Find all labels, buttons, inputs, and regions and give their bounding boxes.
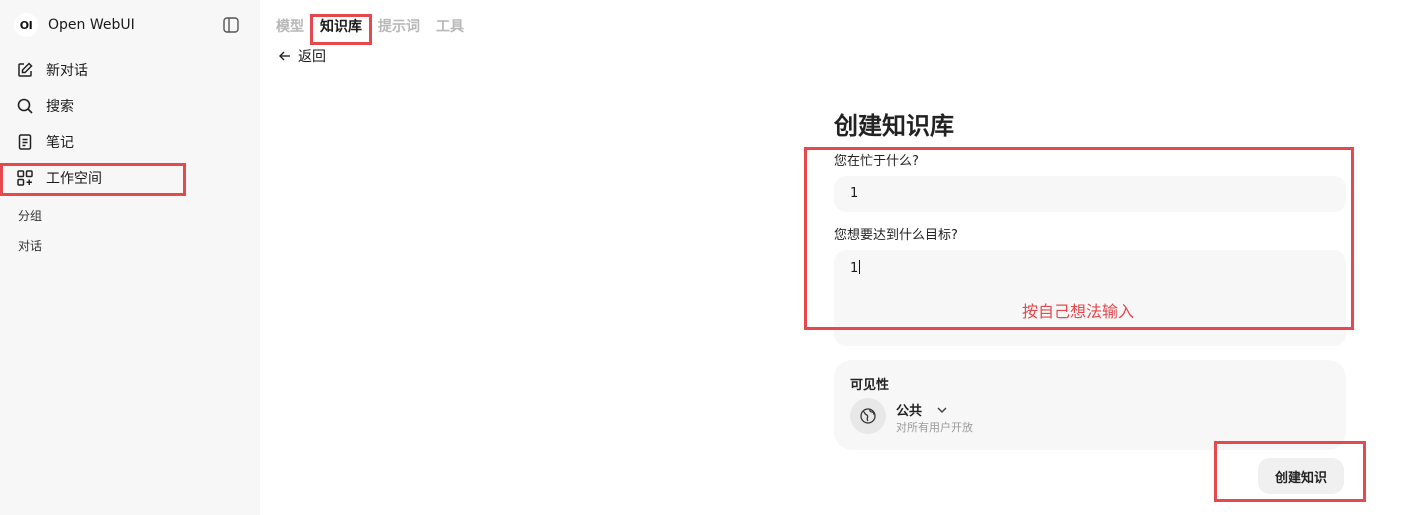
brand-name: Open WebUI [48,17,135,33]
description-field-value: 1 [850,261,859,276]
sidebar-toggle-icon[interactable] [222,16,240,34]
sidebar-item-search[interactable]: 搜索 [16,88,246,124]
description-field-label: 您想要达到什么目标? [834,228,958,243]
globe-icon [860,408,876,424]
sidebar-item-label: 搜索 [46,99,74,115]
brand[interactable]: OI Open WebUI [14,12,135,38]
sidebar-item-notes[interactable]: 笔记 [16,124,246,160]
create-knowledge-button[interactable]: 创建知识 [1258,458,1344,494]
visibility-description: 对所有用户开放 [896,421,973,434]
workspace-icon [17,170,33,186]
back-button[interactable]: 返回 [278,46,326,66]
sidebar-item-workspace[interactable]: 工作空间 [16,160,246,196]
text-caret [859,260,861,274]
section-label-groups: 分组 [18,209,43,223]
name-field[interactable]: 1 [834,176,1346,212]
chevron-down-icon [937,406,947,413]
sidebar-nav: 新对话 搜索 笔记 工作空间 [16,52,246,196]
name-field-label: 您在忙于什么? [834,154,919,169]
arrow-left-icon [279,51,290,61]
search-icon [17,98,33,114]
notes-icon [18,134,32,150]
sidebar: OI Open WebUI 新对话 搜索 笔记 工作空间 分组 对话 [0,0,260,515]
visibility-label: 可见性 [850,378,890,393]
tab-tools[interactable]: 工具 [436,16,464,36]
sidebar-item-new-chat[interactable]: 新对话 [16,52,246,88]
section-label-chats: 对话 [18,239,43,253]
edit-icon [18,62,33,77]
visibility-value: 公共 [896,404,923,419]
visibility-select[interactable]: 公共 [896,400,948,419]
sidebar-item-label: 笔记 [46,135,74,151]
brand-logo: OI [14,13,38,37]
tab-prompts[interactable]: 提示词 [378,16,420,36]
sidebar-item-label: 工作空间 [46,171,102,187]
tab-knowledge[interactable]: 知识库 [320,16,362,36]
back-label: 返回 [298,49,326,65]
name-field-value: 1 [850,186,859,201]
visibility-card: 可见性 公共 对所有用户开放 [834,360,1346,450]
globe-icon-wrapper [850,398,886,434]
sidebar-item-label: 新对话 [46,63,88,79]
page-title: 创建知识库 [834,112,954,140]
app-root: OI Open WebUI 新对话 搜索 笔记 工作空间 分组 对话 模型 知识… [0,0,1418,515]
workspace-tabs: 模型 知识库 提示词 工具 [276,16,464,36]
annotation-text: 按自己想法输入 [1022,302,1135,321]
tab-models[interactable]: 模型 [276,16,304,36]
